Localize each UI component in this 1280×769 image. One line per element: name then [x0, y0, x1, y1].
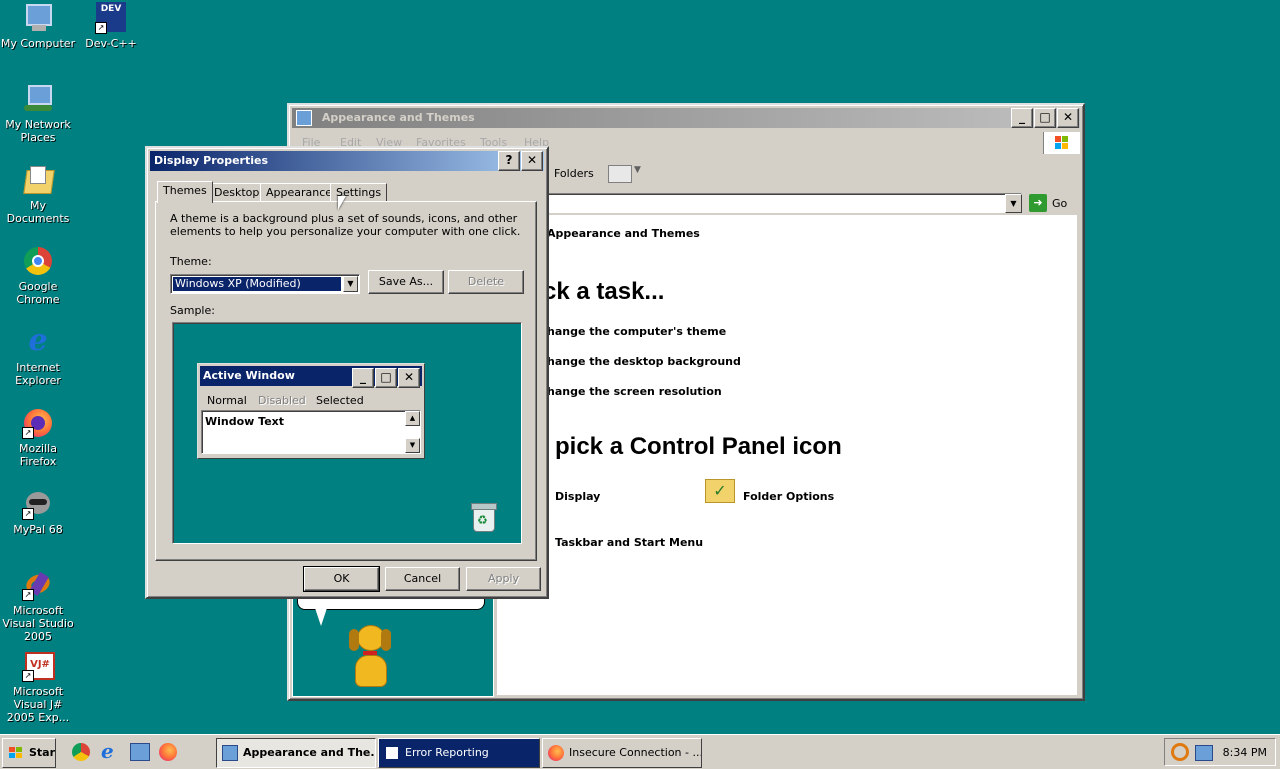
sample-active-window: Active Window _ □ ✕ Normal Disabled Sele…	[197, 363, 425, 459]
sample-label: Sample:	[170, 304, 215, 317]
sample-preview: Active Window _ □ ✕ Normal Disabled Sele…	[172, 322, 522, 544]
desktop-icon-visual-jsharp[interactable]: VJ# ↗ Microsoft Visual J# 2005 Exp...	[0, 650, 76, 724]
documents-folder-icon	[22, 164, 55, 196]
quick-launch-chrome-icon[interactable]	[72, 743, 90, 761]
taskbar-start-menu-link[interactable]: Taskbar and Start Menu	[555, 536, 703, 549]
quick-launch-ie-icon[interactable]: e	[101, 739, 119, 763]
shortcut-arrow-icon: ↗	[22, 508, 34, 520]
theme-label: Theme:	[170, 255, 212, 268]
desktop-icon-google-chrome[interactable]: Google Chrome	[0, 245, 76, 306]
delete-button[interactable]: Delete	[448, 270, 524, 294]
taskbar: Start e Appearance and The... Error Repo…	[0, 734, 1280, 769]
pick-task-heading: ck a task...	[543, 278, 665, 305]
theme-description: A theme is a background plus a set of so…	[170, 212, 521, 238]
control-panel-small-icon	[222, 745, 238, 761]
taskbar-item-insecure-connection[interactable]: Insecure Connection - ...	[542, 738, 702, 768]
sample-minimize-icon: _	[352, 368, 374, 388]
desktop-icon-internet-explorer[interactable]: e Internet Explorer	[0, 323, 76, 388]
control-panel-small-icon	[296, 110, 312, 126]
search-dog-icon	[341, 623, 401, 693]
explorer-titlebar[interactable]: Appearance and Themes	[292, 108, 1080, 128]
windows-logo-icon	[1043, 132, 1080, 154]
sample-maximize-icon: □	[375, 368, 397, 388]
dialog-titlebar[interactable]: Display Properties	[150, 151, 544, 171]
system-tray: 8:34 PM	[1164, 738, 1276, 766]
close-button[interactable]: ✕	[521, 151, 543, 171]
shortcut-arrow-icon: ↗	[95, 22, 107, 34]
theme-select[interactable]: Windows XP (Modified) ▼	[170, 274, 360, 294]
network-icon	[22, 83, 54, 115]
go-arrow-icon: ➜	[1029, 194, 1047, 212]
tab-desktop[interactable]: Desktop	[208, 183, 266, 202]
shortcut-arrow-icon: ↗	[22, 589, 34, 601]
quick-launch-firefox-icon[interactable]	[159, 743, 177, 761]
taskbar-item-appearance-themes[interactable]: Appearance and The...	[216, 738, 376, 768]
minimize-button[interactable]: _	[1011, 108, 1033, 128]
quick-launch-show-desktop-icon[interactable]	[130, 743, 150, 761]
visual-studio-icon: ↗	[22, 569, 54, 601]
chevron-down-icon[interactable]: ▼	[343, 276, 358, 292]
go-button[interactable]: ➜ Go	[1029, 193, 1073, 213]
shortcut-arrow-icon: ↗	[22, 670, 34, 682]
recycle-bin-icon: ♻	[471, 503, 497, 532]
windows-flag-icon	[8, 745, 24, 761]
computer-icon	[22, 2, 54, 34]
mouse-cursor-icon	[338, 196, 346, 210]
desktop-icon-mozilla-firefox[interactable]: ↗ Mozilla Firefox	[0, 407, 76, 468]
scrollbar-down-icon: ▼	[405, 438, 420, 453]
chevron-down-icon[interactable]: ▼	[634, 165, 641, 175]
desktop-icon-my-network-places[interactable]: My Network Places	[0, 83, 76, 144]
mypal-raccoon-icon: ↗	[22, 488, 54, 520]
taskbar-item-error-reporting[interactable]: Error Reporting	[378, 738, 540, 768]
desktop-icon-my-computer[interactable]: My Computer	[0, 2, 76, 50]
dev-cpp-icon: DEV ↗	[95, 2, 127, 34]
save-as-button[interactable]: Save As...	[368, 270, 444, 294]
task-link-background[interactable]: hange the desktop background	[547, 355, 741, 368]
start-button[interactable]: Start	[2, 738, 56, 768]
internet-explorer-icon: e	[28, 323, 48, 358]
address-dropdown-button[interactable]: ▼	[1005, 194, 1022, 213]
scrollbar-up-icon: ▲	[405, 411, 420, 426]
firefox-small-icon	[548, 745, 564, 761]
clock[interactable]: 8:34 PM	[1223, 746, 1267, 759]
sample-text-area: Window Text ▲ ▼	[201, 410, 421, 454]
folders-button[interactable]: Folders	[554, 167, 594, 180]
display-link[interactable]: Display	[555, 490, 600, 503]
desktop-icon-visual-studio[interactable]: ↗ Microsoft Visual Studio 2005	[0, 569, 76, 643]
desktop-icon-my-documents[interactable]: My Documents	[0, 164, 76, 225]
views-icon[interactable]	[608, 165, 632, 183]
pick-icon-heading: pick a Control Panel icon	[555, 433, 842, 460]
tab-themes[interactable]: Themes	[157, 181, 213, 203]
network-tray-icon[interactable]	[1195, 745, 1213, 761]
visual-jsharp-icon: VJ# ↗	[22, 650, 55, 682]
search-icon[interactable]	[1171, 743, 1189, 761]
help-button[interactable]: ?	[498, 151, 520, 171]
desktop-icon-dev-cpp[interactable]: DEV ↗ Dev-C++	[73, 2, 149, 50]
section-title: Appearance and Themes	[547, 227, 700, 240]
chrome-icon	[22, 245, 54, 277]
folder-options-icon: ✓	[705, 479, 735, 503]
maximize-button[interactable]: □	[1034, 108, 1056, 128]
ok-button[interactable]: OK	[303, 566, 380, 592]
desktop-icon-mypal[interactable]: ↗ MyPal 68	[0, 488, 76, 536]
sample-close-icon: ✕	[398, 368, 420, 388]
tab-appearance[interactable]: Appearance	[260, 183, 339, 202]
task-link-theme[interactable]: hange the computer's theme	[547, 325, 726, 338]
display-properties-dialog: Display Properties ? ✕ Themes Desktop Ap…	[145, 146, 549, 599]
content-pane: Appearance and Themes ck a task... hange…	[497, 215, 1077, 695]
themes-tab-page: A theme is a background plus a set of so…	[155, 201, 537, 561]
cancel-button[interactable]: Cancel	[385, 567, 460, 591]
folder-options-link[interactable]: ✓ Folder Options	[705, 475, 865, 507]
apply-button[interactable]: Apply	[466, 567, 541, 591]
firefox-icon: ↗	[22, 407, 54, 439]
task-link-resolution[interactable]: hange the screen resolution	[547, 385, 722, 398]
window-small-icon	[384, 745, 400, 761]
close-button[interactable]: ✕	[1057, 108, 1079, 128]
shortcut-arrow-icon: ↗	[22, 427, 34, 439]
